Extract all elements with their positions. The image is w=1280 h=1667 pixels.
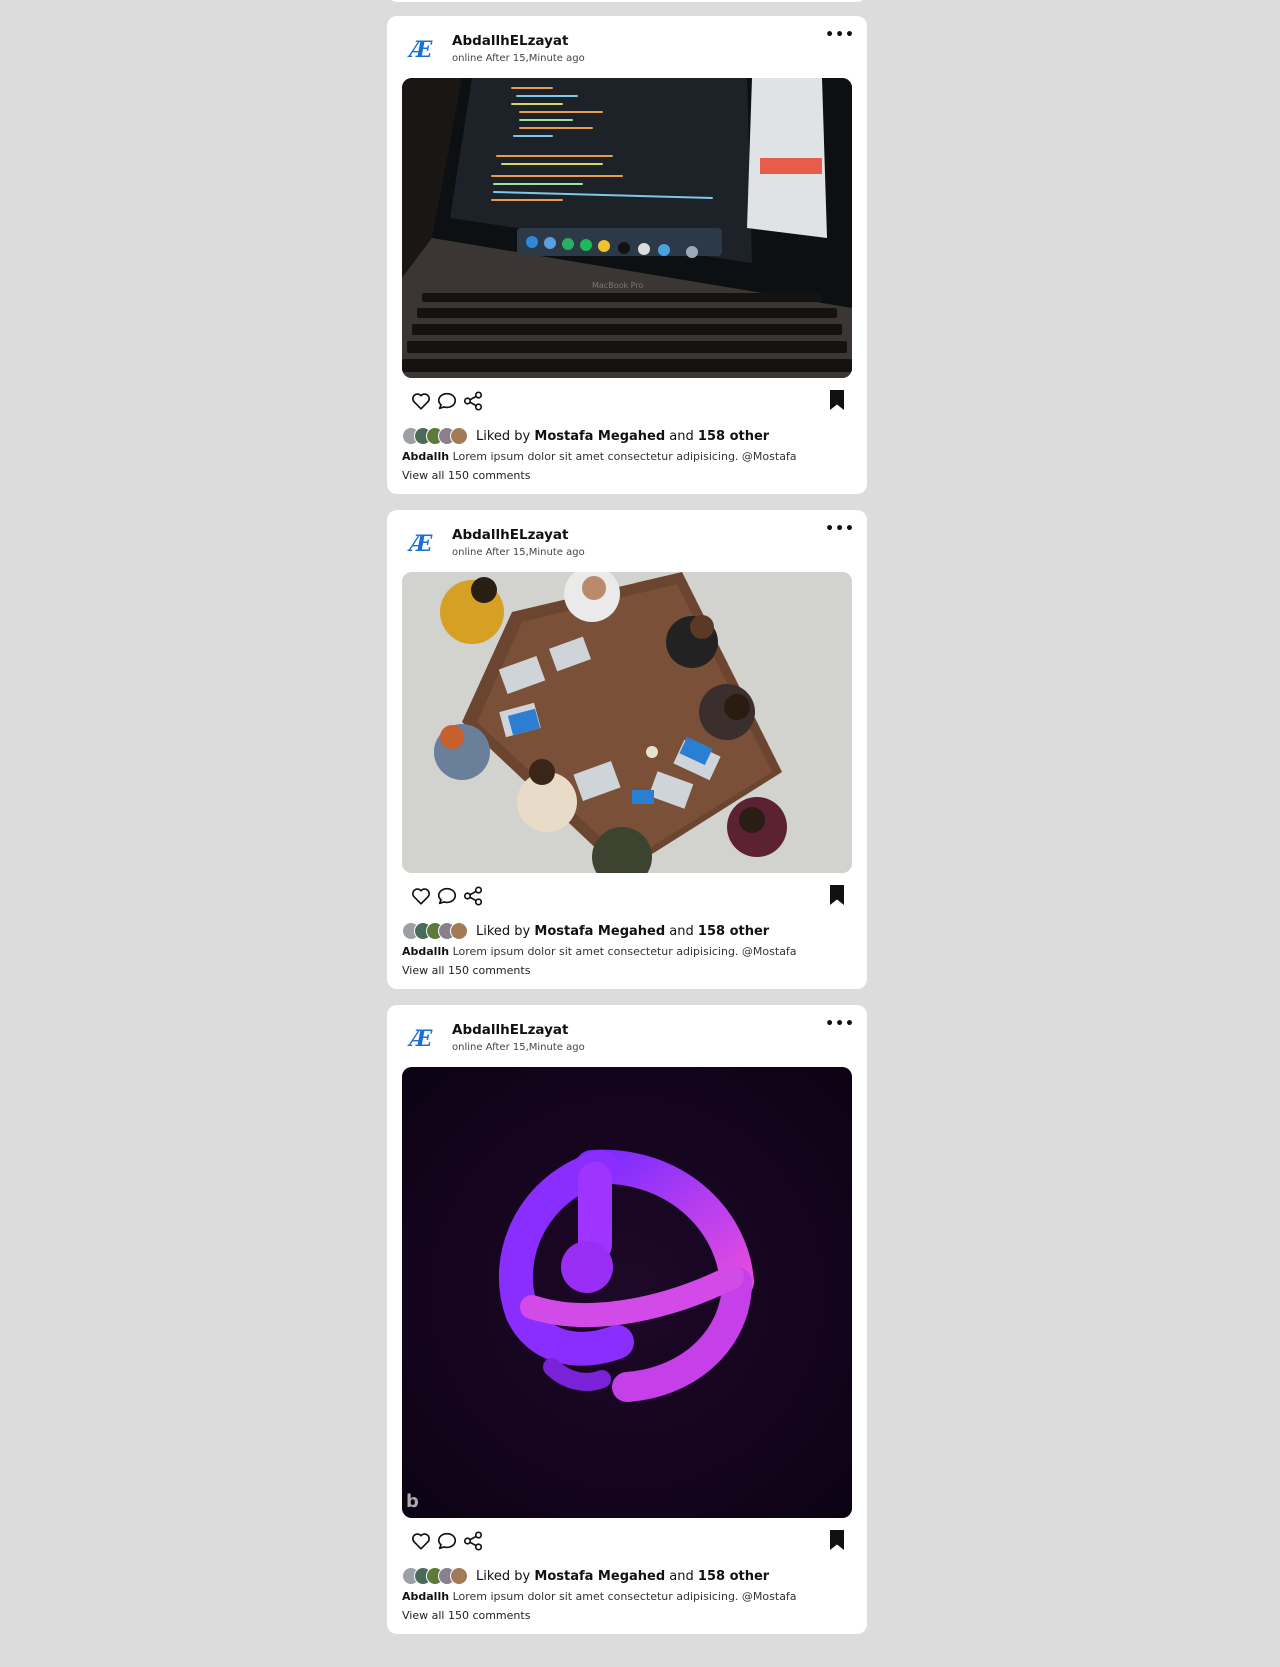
post-card: Æ AbdallhELzayat online After 15,Minute … (387, 1005, 867, 1634)
heart-icon[interactable] (410, 1530, 432, 1552)
liker-avatar[interactable] (450, 427, 468, 445)
caption-username[interactable]: Abdallh (402, 945, 449, 958)
liked-by-and: and (669, 923, 694, 939)
online-status: online After 15,Minute ago (452, 53, 585, 64)
liker-avatar[interactable] (450, 1567, 468, 1585)
likes-row: Liked by Mostafa Megahed and 158 other (402, 919, 852, 943)
username[interactable]: AbdallhELzayat (452, 1022, 585, 1038)
liked-by-count[interactable]: 158 other (698, 924, 769, 939)
online-status: online After 15,Minute ago (452, 1042, 585, 1053)
share-icon[interactable] (462, 885, 484, 907)
user-info: AbdallhELzayat online After 15,Minute ag… (452, 1019, 585, 1053)
liked-by-and: and (669, 428, 694, 444)
post-image[interactable]: b (402, 1067, 852, 1518)
share-icon[interactable] (462, 1530, 484, 1552)
comment-icon[interactable] (436, 1530, 458, 1552)
caption-username[interactable]: Abdallh (402, 450, 449, 463)
liked-by-name[interactable]: Mostafa Megahed (534, 1569, 665, 1584)
bookmark-icon[interactable] (828, 884, 846, 906)
bookmark-icon[interactable] (828, 1529, 846, 1551)
liked-by-name[interactable]: Mostafa Megahed (534, 924, 665, 939)
likes-row: Liked by Mostafa Megahed and 158 other (402, 424, 852, 448)
username[interactable]: AbdallhELzayat (452, 33, 585, 49)
liked-by-name[interactable]: Mostafa Megahed (534, 429, 665, 444)
avatar[interactable]: Æ (402, 1021, 438, 1057)
more-options-icon[interactable]: ••• (825, 522, 855, 536)
team-meeting-photo-icon (402, 572, 852, 873)
likes-row: Liked by Mostafa Megahed and 158 other (402, 1564, 852, 1588)
more-options-icon[interactable]: ••• (825, 28, 855, 42)
heart-icon[interactable] (410, 885, 432, 907)
view-comments-link[interactable]: View all 150 comments (402, 469, 852, 482)
view-comments-link[interactable]: View all 150 comments (402, 1609, 852, 1622)
username[interactable]: AbdallhELzayat (452, 527, 585, 543)
post-header: Æ AbdallhELzayat online After 15,Minute … (402, 524, 852, 572)
heart-icon[interactable] (410, 390, 432, 412)
post-caption: Abdallh Lorem ipsum dolor sit amet conse… (402, 1590, 852, 1603)
liked-by-prefix: Liked by (476, 428, 531, 444)
liker-avatars (402, 1567, 468, 1585)
caption-username[interactable]: Abdallh (402, 1590, 449, 1603)
svg-text:MacBook Pro: MacBook Pro (592, 281, 643, 290)
post-caption: Abdallh Lorem ipsum dolor sit amet conse… (402, 450, 852, 463)
previous-post-card-edge (387, 0, 867, 2)
post-header: Æ AbdallhELzayat online After 15,Minute … (402, 1019, 852, 1067)
brand-logo-icon: Æ (409, 1026, 433, 1052)
view-comments-link[interactable]: View all 150 comments (402, 964, 852, 977)
comment-icon[interactable] (436, 390, 458, 412)
user-info: AbdallhELzayat online After 15,Minute ag… (452, 524, 585, 558)
post-card: Æ AbdallhELzayat online After 15,Minute … (387, 510, 867, 989)
post-actions (402, 378, 852, 424)
avatar[interactable]: Æ (402, 526, 438, 562)
post-actions (402, 1518, 852, 1564)
post-feed: Æ AbdallhELzayat online After 15,Minute … (387, 16, 867, 1650)
liked-by-and: and (669, 1568, 694, 1584)
liker-avatars (402, 922, 468, 940)
online-status: online After 15,Minute ago (452, 547, 585, 558)
caption-text: Lorem ipsum dolor sit amet consectetur a… (452, 450, 797, 463)
caption-text: Lorem ipsum dolor sit amet consectetur a… (452, 1590, 797, 1603)
post-image[interactable] (402, 572, 852, 873)
post-actions (402, 873, 852, 919)
avatar[interactable]: Æ (402, 32, 438, 68)
more-options-icon[interactable]: ••• (825, 1017, 855, 1031)
purple-logo-art-icon: b (402, 1067, 852, 1518)
svg-text:b: b (406, 1491, 419, 1512)
post-card: Æ AbdallhELzayat online After 15,Minute … (387, 16, 867, 494)
caption-text: Lorem ipsum dolor sit amet consectetur a… (452, 945, 797, 958)
bookmark-icon[interactable] (828, 389, 846, 411)
laptop-code-photo-icon: MacBook Pro (402, 78, 852, 378)
brand-logo-icon: Æ (409, 37, 433, 63)
post-caption: Abdallh Lorem ipsum dolor sit amet conse… (402, 945, 852, 958)
user-info: AbdallhELzayat online After 15,Minute ag… (452, 30, 585, 64)
brand-logo-icon: Æ (409, 531, 433, 557)
comment-icon[interactable] (436, 885, 458, 907)
share-icon[interactable] (462, 390, 484, 412)
post-image[interactable]: MacBook Pro (402, 78, 852, 378)
liked-by-prefix: Liked by (476, 1568, 531, 1584)
liker-avatars (402, 427, 468, 445)
liked-by-prefix: Liked by (476, 923, 531, 939)
liker-avatar[interactable] (450, 922, 468, 940)
liked-by-count[interactable]: 158 other (698, 429, 769, 444)
liked-by-count[interactable]: 158 other (698, 1569, 769, 1584)
post-header: Æ AbdallhELzayat online After 15,Minute … (402, 30, 852, 78)
